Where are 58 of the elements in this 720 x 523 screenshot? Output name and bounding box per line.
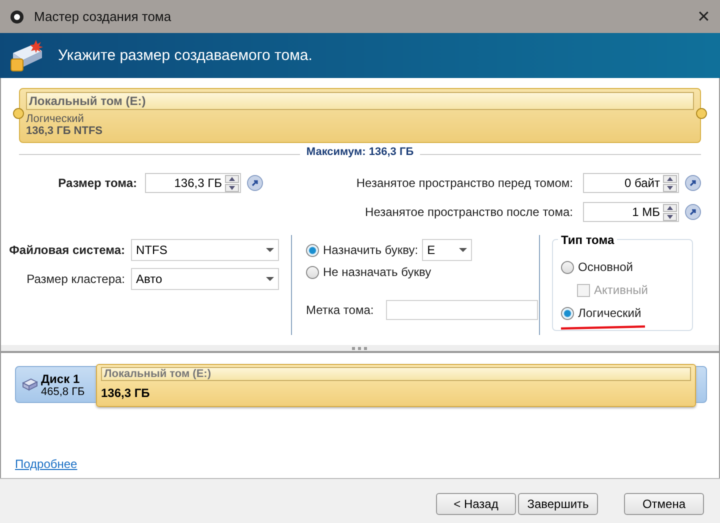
option-label: Назначить букву: <box>323 243 418 257</box>
dialog-button[interactable]: Отмена <box>624 493 704 515</box>
drive-star-icon <box>10 38 44 72</box>
up-arrow-icon[interactable] <box>667 176 673 180</box>
down-arrow-icon[interactable] <box>667 186 673 190</box>
dialog-button[interactable]: Завершить <box>518 493 598 515</box>
option-label: Не назначать букву <box>323 265 432 279</box>
volume-bar[interactable]: Локальный том (E:) Логический 136,3 ГБ NTFS <box>19 88 701 143</box>
down-arrow-icon[interactable] <box>229 186 235 190</box>
spin-field[interactable]: 0 байт <box>583 173 679 193</box>
down-arrow-icon[interactable] <box>667 214 673 218</box>
arrow-button-icon[interactable] <box>685 204 701 220</box>
field-label: Незанятое пространство после тома: <box>365 205 573 219</box>
option-label: Основной <box>578 260 634 274</box>
disk-size: 465,8 ГБ <box>41 386 85 398</box>
field-label: Метка тома: <box>306 303 374 317</box>
volume-size: 136,3 ГБ NTFS <box>26 125 104 137</box>
field-label: Размер тома: <box>57 176 137 190</box>
splitter-grip[interactable] <box>352 346 368 350</box>
caret-icon <box>266 277 274 281</box>
radio-button[interactable] <box>561 260 574 274</box>
app-icon <box>10 10 24 24</box>
field-label: Файловая система: <box>8 243 125 257</box>
file-system-dropdown[interactable]: NTFS <box>131 239 279 261</box>
spin-field[interactable]: 136,3 ГБ <box>145 173 241 193</box>
field-label: Незанятое пространство перед томом: <box>356 176 573 190</box>
up-arrow-icon[interactable] <box>667 206 673 210</box>
arrow-button-icon[interactable] <box>247 175 263 191</box>
caret-icon <box>459 248 468 252</box>
resize-handle[interactable] <box>696 108 707 119</box>
volume-name: Локальный том (E:) <box>26 92 694 110</box>
radio-button[interactable] <box>306 266 319 278</box>
volume-label-field[interactable] <box>386 300 538 320</box>
radio-button[interactable] <box>561 306 574 320</box>
volume-name: Локальный том (E:) <box>101 367 691 381</box>
disk-name: Диск 1 <box>41 372 81 386</box>
maximum-size: Максимум: 136,3 ГБ <box>306 146 414 158</box>
resize-handle[interactable] <box>13 108 24 119</box>
option-label: Активный <box>594 283 648 297</box>
drive-letter-dropdown[interactable]: E <box>422 239 472 261</box>
radio-button[interactable] <box>306 244 319 256</box>
arrow-button-icon[interactable] <box>685 175 701 191</box>
option-label: Логический <box>578 306 642 320</box>
cluster-size-dropdown[interactable]: Авто <box>131 268 279 290</box>
volume-block[interactable]: Локальный том (E:) 136,3 ГБ <box>96 364 696 407</box>
details-link[interactable]: Подробнее <box>15 457 78 471</box>
volume-size: 136,3 ГБ <box>101 386 151 400</box>
spin-field[interactable]: 1 МБ <box>583 202 679 222</box>
group-title: Тип тома <box>558 233 618 247</box>
volume-type: Логический <box>26 113 85 125</box>
disk-icon <box>22 376 38 392</box>
caret-icon <box>266 248 274 252</box>
dialog-button[interactable]: < Назад <box>436 493 516 515</box>
window-title: Мастер создания тома <box>34 9 172 24</box>
field-label: Размер кластера: <box>26 272 125 286</box>
page-heading: Укажите размер создаваемого тома. <box>58 47 312 64</box>
up-arrow-icon[interactable] <box>229 176 235 180</box>
close-button[interactable]: ✕ <box>697 6 710 26</box>
